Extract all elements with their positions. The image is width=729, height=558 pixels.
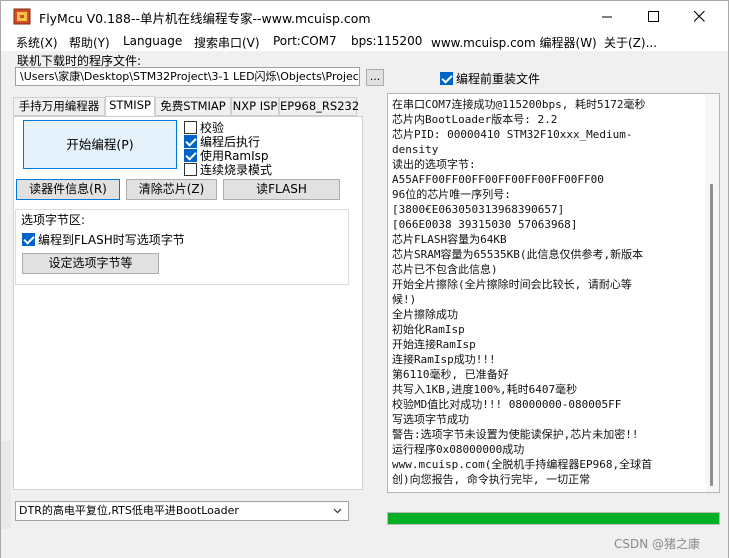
title-bar[interactable]: FlyMcu V0.188--单片机在线编程专家--www.mcuisp.com: [1, 1, 728, 31]
menu-programmer[interactable]: www.mcuisp.com 编程器(W): [431, 34, 597, 51]
maximize-button[interactable]: [630, 1, 676, 31]
log-line: 开始连接RamIsp: [392, 338, 476, 351]
log-line: [3800€E063050313968390657]: [392, 203, 565, 216]
log-scroll-thumb[interactable]: [710, 184, 713, 486]
option-bytes-title: 选项字节区:: [21, 211, 86, 228]
log-line: 芯片PID: 00000410 STM32F10xxx_Medium-: [392, 128, 633, 141]
reload-before-program-label: 编程前重装文件: [456, 72, 541, 86]
reload-before-program-option[interactable]: 编程前重装文件: [440, 70, 540, 87]
tab-stmisp[interactable]: STMISP: [105, 96, 155, 117]
erase-chip-button[interactable]: 清除芯片(Z): [126, 179, 217, 200]
log-scrollbar[interactable]: [705, 94, 719, 492]
log-line: 警告:选项字节未设置为使能读保护,芯片未加密!!: [392, 428, 639, 441]
menu-search-port[interactable]: 搜索串口(V): [194, 34, 260, 51]
menu-port[interactable]: Port:COM7: [273, 34, 337, 48]
reload-before-program-checkbox[interactable]: [440, 72, 453, 85]
maximize-icon: [647, 10, 659, 22]
tab-free-stmiap[interactable]: 免费STMIAP: [155, 97, 231, 116]
log-line: 芯片SRAM容量为65535KB(此信息仅供参考,新版本: [392, 248, 644, 261]
set-option-bytes-button[interactable]: 设定选项字节等: [22, 253, 159, 274]
log-line: 读出的选项字节:: [392, 158, 476, 171]
log-line: 96位的芯片唯一序列号:: [392, 188, 511, 201]
log-line: density: [392, 143, 439, 156]
read-device-info-button[interactable]: 读器件信息(R): [16, 179, 120, 200]
close-icon: [693, 10, 705, 22]
progress-fill: [388, 513, 719, 524]
dtr-rts-mode-value: DTR的高电平复位,RTS低电平进BootLoader: [19, 504, 239, 517]
browse-file-button[interactable]: ...: [366, 69, 384, 86]
log-line: 连接RamIsp成功!!!: [392, 353, 496, 366]
minimize-icon: [601, 16, 612, 17]
continuous-burn-option[interactable]: 连续烧录模式: [184, 161, 272, 178]
tab-handheld-programmer[interactable]: 手持万用编程器: [13, 97, 105, 116]
chevron-down-icon: [333, 508, 342, 514]
menu-bar: 系统(X) 帮助(Y) Language 搜索串口(V) Port:COM7 b…: [1, 31, 728, 51]
watermark: CSDN @猪之康: [614, 537, 701, 551]
menu-help[interactable]: 帮助(Y): [69, 34, 110, 51]
log-line: 初始化RamIsp: [392, 323, 465, 336]
window-title: FlyMcu V0.188--单片机在线编程专家--www.mcuisp.com: [39, 11, 371, 26]
continuous-burn-checkbox[interactable]: [184, 163, 197, 176]
log-line: 校验MD值比对成功!!! 08000000-080005FF: [392, 398, 622, 411]
flymcu-window: FlyMcu V0.188--单片机在线编程专家--www.mcuisp.com…: [0, 0, 729, 558]
programming-progress-bar: [387, 512, 720, 525]
start-programming-button[interactable]: 开始编程(P): [23, 120, 177, 169]
write-option-bytes-option[interactable]: 编程到FLASH时写选项字节: [22, 231, 185, 248]
log-line: www.mcuisp.com(全脱机手持编程器EP968,全球首: [392, 458, 653, 471]
log-line: 芯片内BootLoader版本号: 2.2: [392, 113, 558, 126]
close-button[interactable]: [676, 1, 722, 31]
continuous-burn-label: 连续烧录模式: [200, 163, 273, 177]
minimize-button[interactable]: [584, 1, 630, 31]
menu-about[interactable]: 关于(Z)...: [604, 34, 657, 51]
log-line: A55AFF00FF00FF00FF00FF00FF00FF00: [392, 173, 604, 186]
tab-ep968-rs232[interactable]: EP968_RS232: [279, 97, 359, 116]
menu-system[interactable]: 系统(X): [16, 34, 58, 51]
program-file-path-input[interactable]: \Users\家康\Desktop\STM32Project\3-1 LED闪烁…: [15, 67, 360, 86]
log-line: 运行程序0x08000000成功: [392, 443, 525, 456]
menu-baud-rate[interactable]: bps:115200: [351, 34, 422, 48]
log-line: 第6110毫秒, 已准备好: [392, 368, 509, 381]
log-line: 共写入1KB,进度100%,耗时6407毫秒: [392, 383, 578, 396]
dtr-rts-mode-select[interactable]: DTR的高电平复位,RTS低电平进BootLoader: [15, 501, 349, 521]
log-line: [066E0038 39315030 57063968]: [392, 218, 578, 231]
write-option-bytes-label: 编程到FLASH时写选项字节: [38, 233, 185, 247]
log-line: 创)向您报告, 命令执行完毕, 一切正常: [392, 473, 591, 486]
log-line: 全片擦除成功: [392, 308, 458, 321]
menu-language[interactable]: Language: [123, 34, 182, 48]
log-lines: 在串口COM7连接成功@115200bps, 耗时5172毫秒 芯片内BootLo…: [392, 97, 704, 487]
read-flash-button[interactable]: 读FLASH: [223, 179, 340, 200]
flymcu-app-icon: [13, 8, 31, 25]
tab-nxp-isp[interactable]: NXP ISP: [231, 97, 279, 116]
log-line: 开始全片擦除(全片擦除时间会比较长, 请耐心等: [392, 278, 632, 291]
output-log[interactable]: 在串口COM7连接成功@115200bps, 耗时5172毫秒 芯片内BootLo…: [387, 93, 720, 493]
write-option-bytes-checkbox[interactable]: [22, 233, 35, 246]
left-edge-strip: [1, 441, 11, 531]
log-line: 芯片已不包含此信息): [392, 263, 498, 276]
log-line: 芯片FLASH容量为64KB: [392, 233, 507, 246]
log-line: 在串口COM7连接成功@115200bps, 耗时5172毫秒: [392, 98, 646, 111]
log-line: 写选项字节成功: [392, 413, 469, 426]
log-line: 候!): [392, 293, 417, 306]
